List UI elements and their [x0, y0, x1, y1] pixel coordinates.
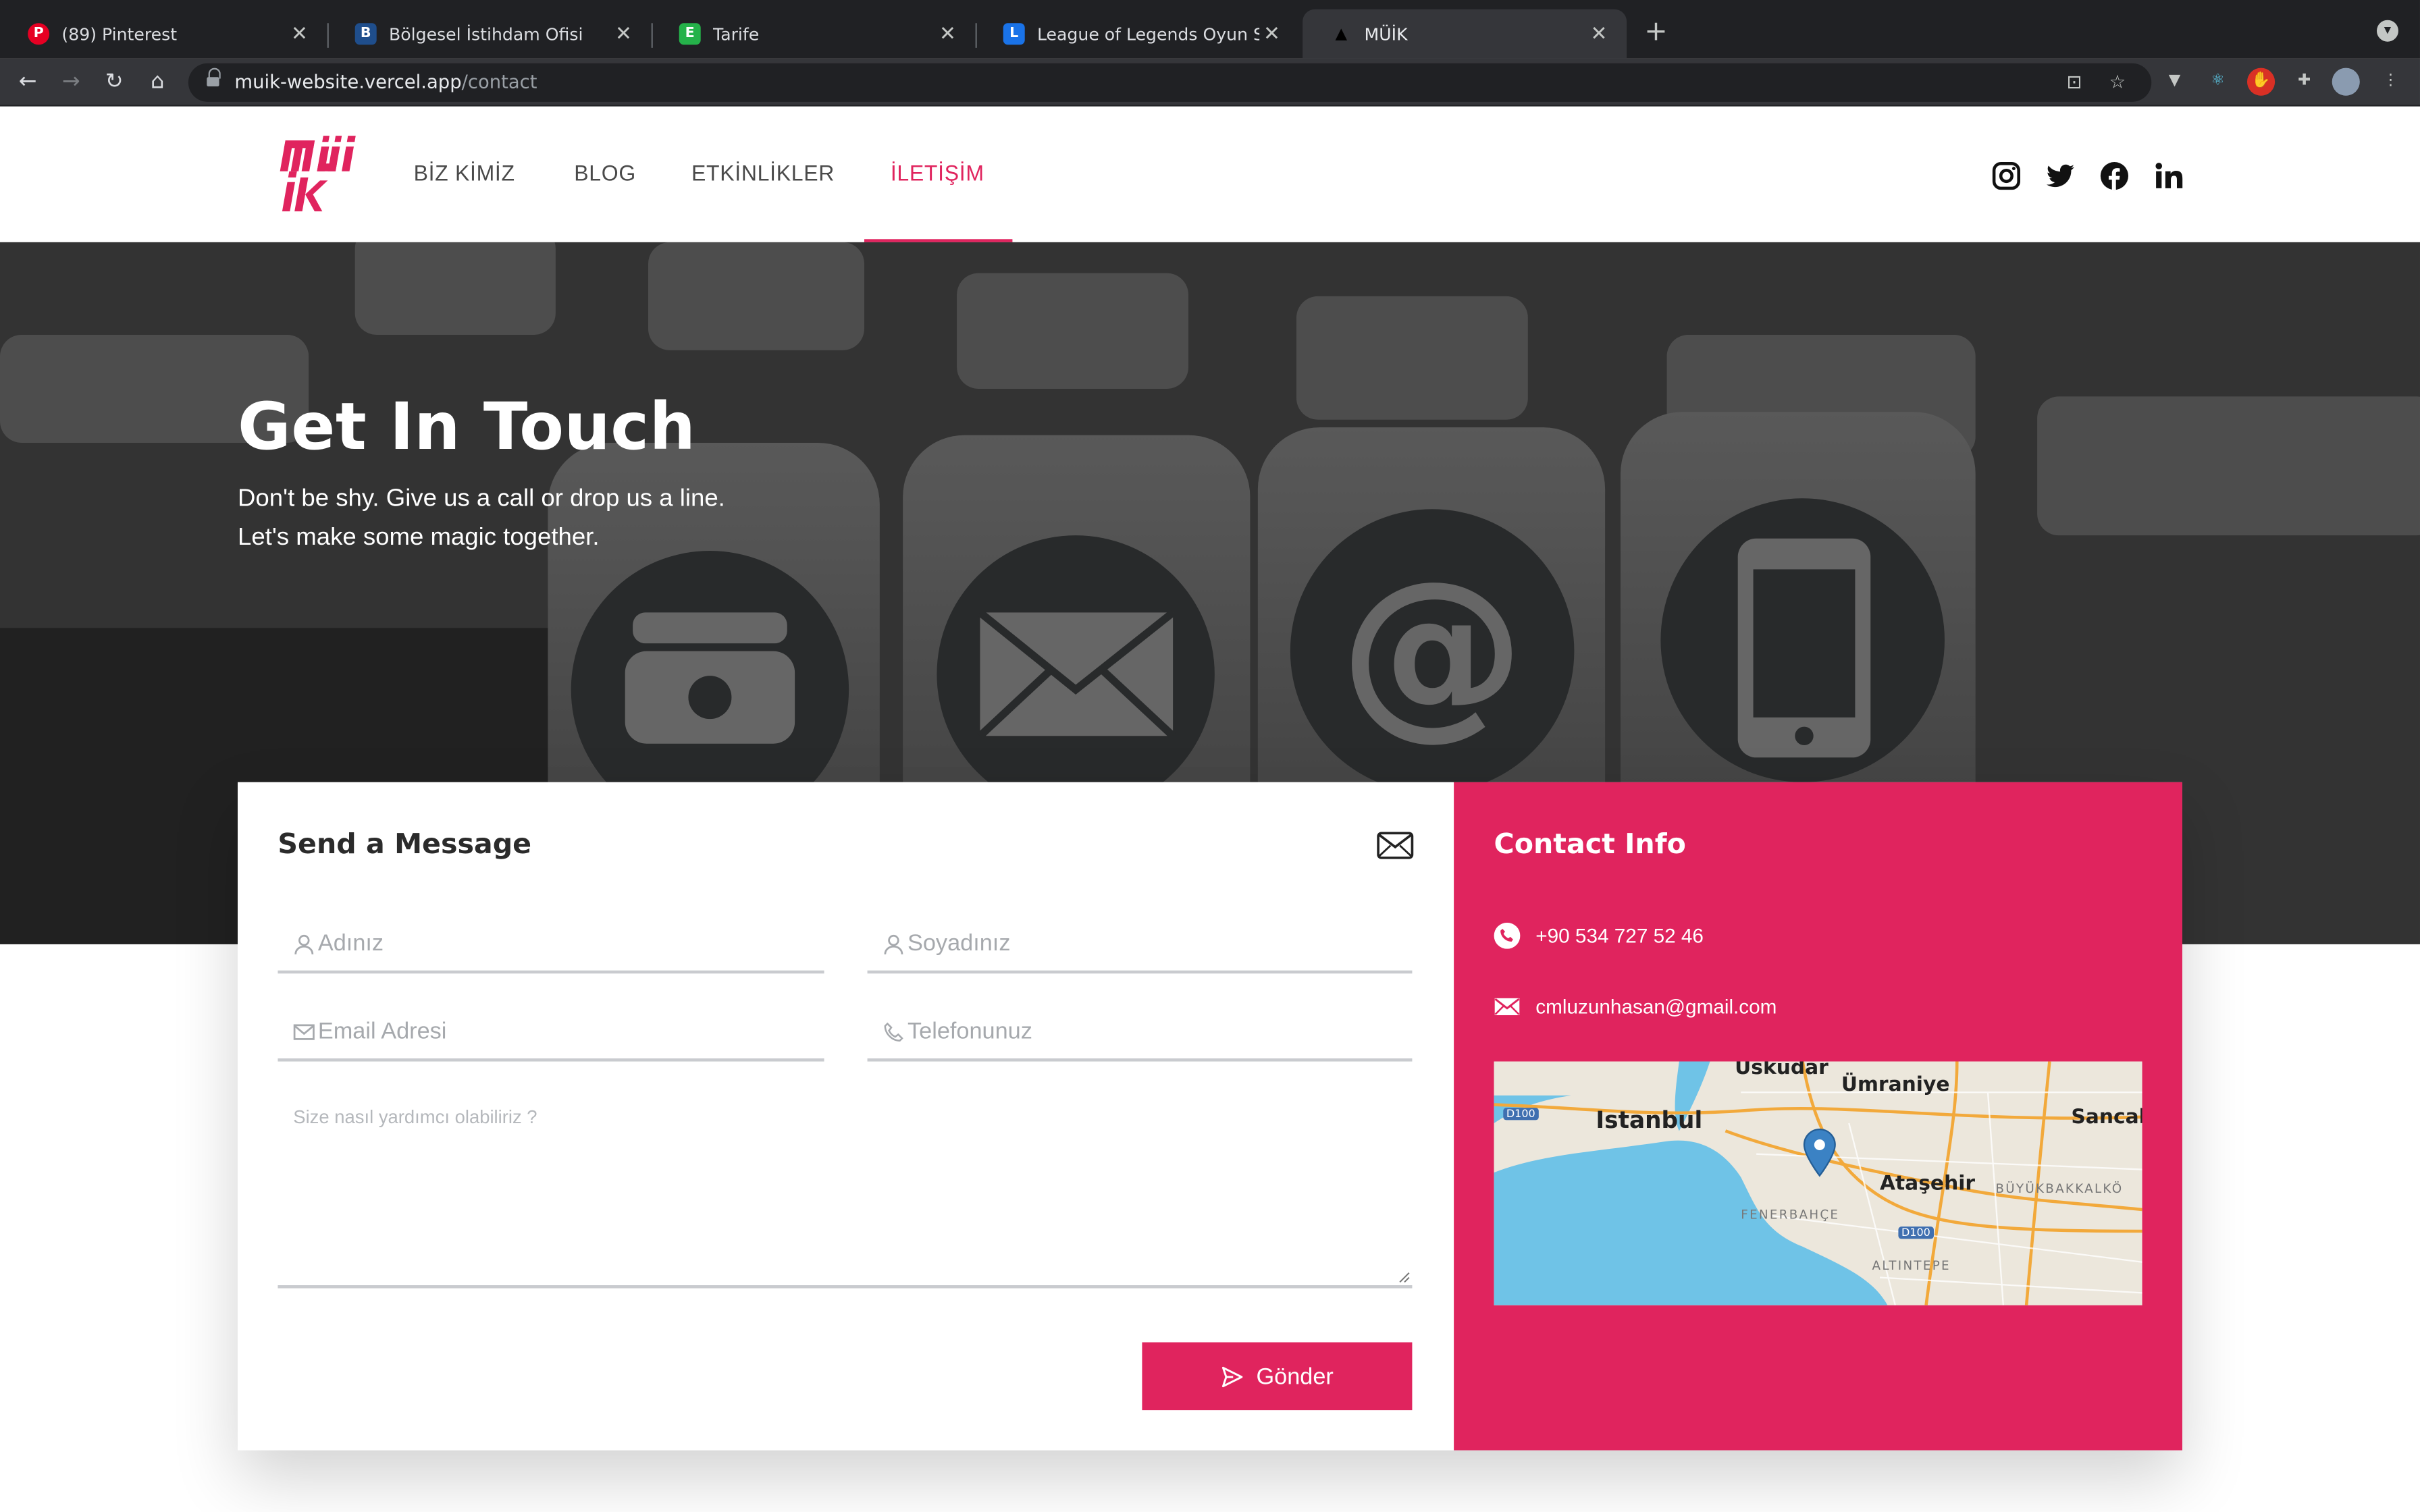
nav-blog[interactable]: BLOG	[574, 161, 636, 186]
back-arrow-icon[interactable]: ←	[12, 66, 43, 97]
contact-info-panel: Contact Info +90 534 727 52 46 cmluzunha…	[1454, 782, 2182, 1451]
map-label-sancak: Sancak	[2071, 1106, 2142, 1130]
map-road-d100: D100	[1503, 1108, 1539, 1120]
form-title: Send a Message	[278, 828, 532, 861]
phone-icon	[884, 1022, 903, 1042]
contact-email: cmluzunhasan@gmail.com	[1535, 995, 1777, 1019]
forward-arrow-icon[interactable]: →	[55, 66, 86, 97]
user-icon	[294, 934, 314, 954]
message-field[interactable]	[278, 1090, 1413, 1289]
url-path: /contact	[461, 71, 537, 93]
hero-title: Get In Touch	[237, 388, 696, 464]
adblock-icon[interactable]: ✋	[2246, 68, 2276, 96]
instagram-icon[interactable]	[1991, 161, 2022, 192]
istihdam-favicon-icon: B	[354, 23, 377, 45]
browser-tab[interactable]: P (89) Pinterest ✕	[0, 9, 329, 59]
map-label-istanbul: Istanbul	[1596, 1106, 1703, 1134]
contact-info-title: Contact Info	[1494, 828, 1686, 861]
map-label-fenerbahce: FENERBAHÇE	[1741, 1208, 1840, 1222]
address-bar[interactable]: muik-website.vercel.app/contact ⊡ ☆	[188, 63, 2152, 102]
tarife-favicon-icon: E	[679, 23, 701, 45]
resize-grip-icon[interactable]	[1398, 1271, 1411, 1283]
muik-logo[interactable]	[278, 131, 361, 217]
browser-toolbar: ← → ↻ ⌂ muik-website.vercel.app/contact …	[0, 58, 2420, 107]
send-button-label: Gönder	[1256, 1363, 1334, 1390]
last-name-field[interactable]	[867, 912, 1413, 974]
phone-field[interactable]	[867, 1000, 1413, 1062]
map-label-atasehir: Ataşehir	[1879, 1172, 1976, 1196]
last-name-input[interactable]	[907, 924, 1406, 961]
linkedin-icon[interactable]	[2153, 161, 2184, 192]
translate-icon[interactable]: ⊡	[2062, 70, 2087, 94]
nav-iletisim[interactable]: İLETİŞİM	[891, 161, 984, 186]
tab-close-icon[interactable]: ✕	[1259, 22, 1284, 45]
map-road-d100: D100	[1898, 1226, 1934, 1239]
phone-input[interactable]	[907, 1012, 1406, 1050]
tab-title: (89) Pinterest	[61, 24, 178, 45]
browser-tab-active[interactable]: ▲ MÜİK ✕	[1303, 9, 1627, 59]
nav-biz-kimiz[interactable]: BİZ KİMİZ	[414, 161, 515, 186]
tab-close-icon[interactable]: ✕	[935, 22, 960, 45]
bookmark-star-icon[interactable]: ☆	[2105, 70, 2130, 94]
contact-email-row[interactable]: cmluzunhasan@gmail.com	[1494, 994, 1777, 1020]
new-tab-button[interactable]: +	[1639, 16, 1673, 49]
contact-phone: +90 534 727 52 46	[1535, 924, 1704, 948]
nav-etkinlikler[interactable]: ETKİNLİKLER	[691, 161, 835, 186]
browser-tab[interactable]: B Bölgesel İstihdam Ofisi ✕	[327, 9, 653, 59]
hero-subtitle-line1: Don't be shy. Give us a call or drop us …	[237, 485, 725, 512]
home-icon[interactable]: ⌂	[142, 66, 173, 97]
lol-favicon-icon: L	[1003, 23, 1025, 45]
browser-tab[interactable]: E Tarife ✕	[652, 9, 977, 59]
send-paper-plane-icon	[1221, 1366, 1243, 1387]
tab-title: League of Legends Oyun Sonra	[1036, 24, 1259, 45]
phone-circle-icon	[1494, 922, 1521, 949]
twitter-icon[interactable]	[2045, 161, 2076, 192]
url-host: muik-website.vercel.app	[234, 71, 462, 93]
map-label-uskudar: Üsküdar	[1735, 1061, 1829, 1080]
message-textarea[interactable]	[278, 1090, 1413, 1285]
email-input[interactable]	[317, 1012, 818, 1050]
react-devtools-icon[interactable]: ⚛	[2204, 68, 2232, 96]
tab-close-icon[interactable]: ✕	[1587, 22, 1612, 45]
vue-devtools-icon[interactable]: ▼	[2161, 68, 2188, 96]
mail-icon	[293, 1024, 315, 1040]
url-text[interactable]: muik-website.vercel.app/contact	[234, 71, 537, 92]
envelope-icon	[1377, 832, 1414, 859]
email-field[interactable]	[278, 1000, 824, 1062]
contact-phone-row[interactable]: +90 534 727 52 46	[1494, 922, 1704, 949]
browser-menu-icon[interactable]: ⋮	[2377, 68, 2404, 96]
tab-title: Tarife	[712, 24, 760, 45]
reload-icon[interactable]: ↻	[99, 66, 130, 97]
extensions-puzzle-icon[interactable]: ✚	[2290, 68, 2318, 96]
tab-search-icon[interactable]: ▾	[2376, 20, 2398, 42]
tab-close-icon[interactable]: ✕	[287, 22, 312, 45]
send-button[interactable]: Gönder	[1142, 1342, 1413, 1411]
tab-close-icon[interactable]: ✕	[611, 22, 636, 45]
browser-tab-bar: P (89) Pinterest ✕ B Bölgesel İstihdam O…	[0, 0, 2420, 59]
profile-avatar-icon[interactable]	[2332, 68, 2360, 96]
user-icon	[884, 934, 903, 954]
pinterest-favicon-icon: P	[28, 23, 50, 45]
lock-icon[interactable]	[207, 68, 221, 90]
envelope-icon	[1494, 998, 1520, 1015]
first-name-input[interactable]	[317, 924, 818, 961]
browser-tab[interactable]: L League of Legends Oyun Sonra ✕	[976, 9, 1300, 59]
tab-title: Bölgesel İstihdam Ofisi	[388, 24, 583, 45]
contact-card: Send a Message Adınız Soyadınız Email Ad…	[237, 782, 2182, 1451]
vercel-favicon-icon: ▲	[1335, 25, 1348, 43]
site-header: BİZ KİMİZ BLOG ETKİNLİKLER İLETİŞİM	[0, 106, 2420, 242]
facebook-icon[interactable]	[2099, 161, 2130, 192]
location-map[interactable]: Üsküdar Ümraniye Istanbul Sancak Ataşehi…	[1494, 1061, 2142, 1305]
tab-title: MÜİK	[1364, 24, 1408, 45]
message-form: Send a Message Adınız Soyadınız Email Ad…	[237, 782, 1454, 1451]
hero-subtitle-line2: Let's make some magic together.	[237, 524, 600, 551]
first-name-field[interactable]	[278, 912, 824, 974]
map-label-buyukbakkalkoy: BÜYÜKBAKKALKÖ	[1995, 1181, 2124, 1196]
map-label-umraniye: Ümraniye	[1841, 1073, 1950, 1098]
map-label-altintepe: ALTINTEPE	[1872, 1259, 1951, 1273]
